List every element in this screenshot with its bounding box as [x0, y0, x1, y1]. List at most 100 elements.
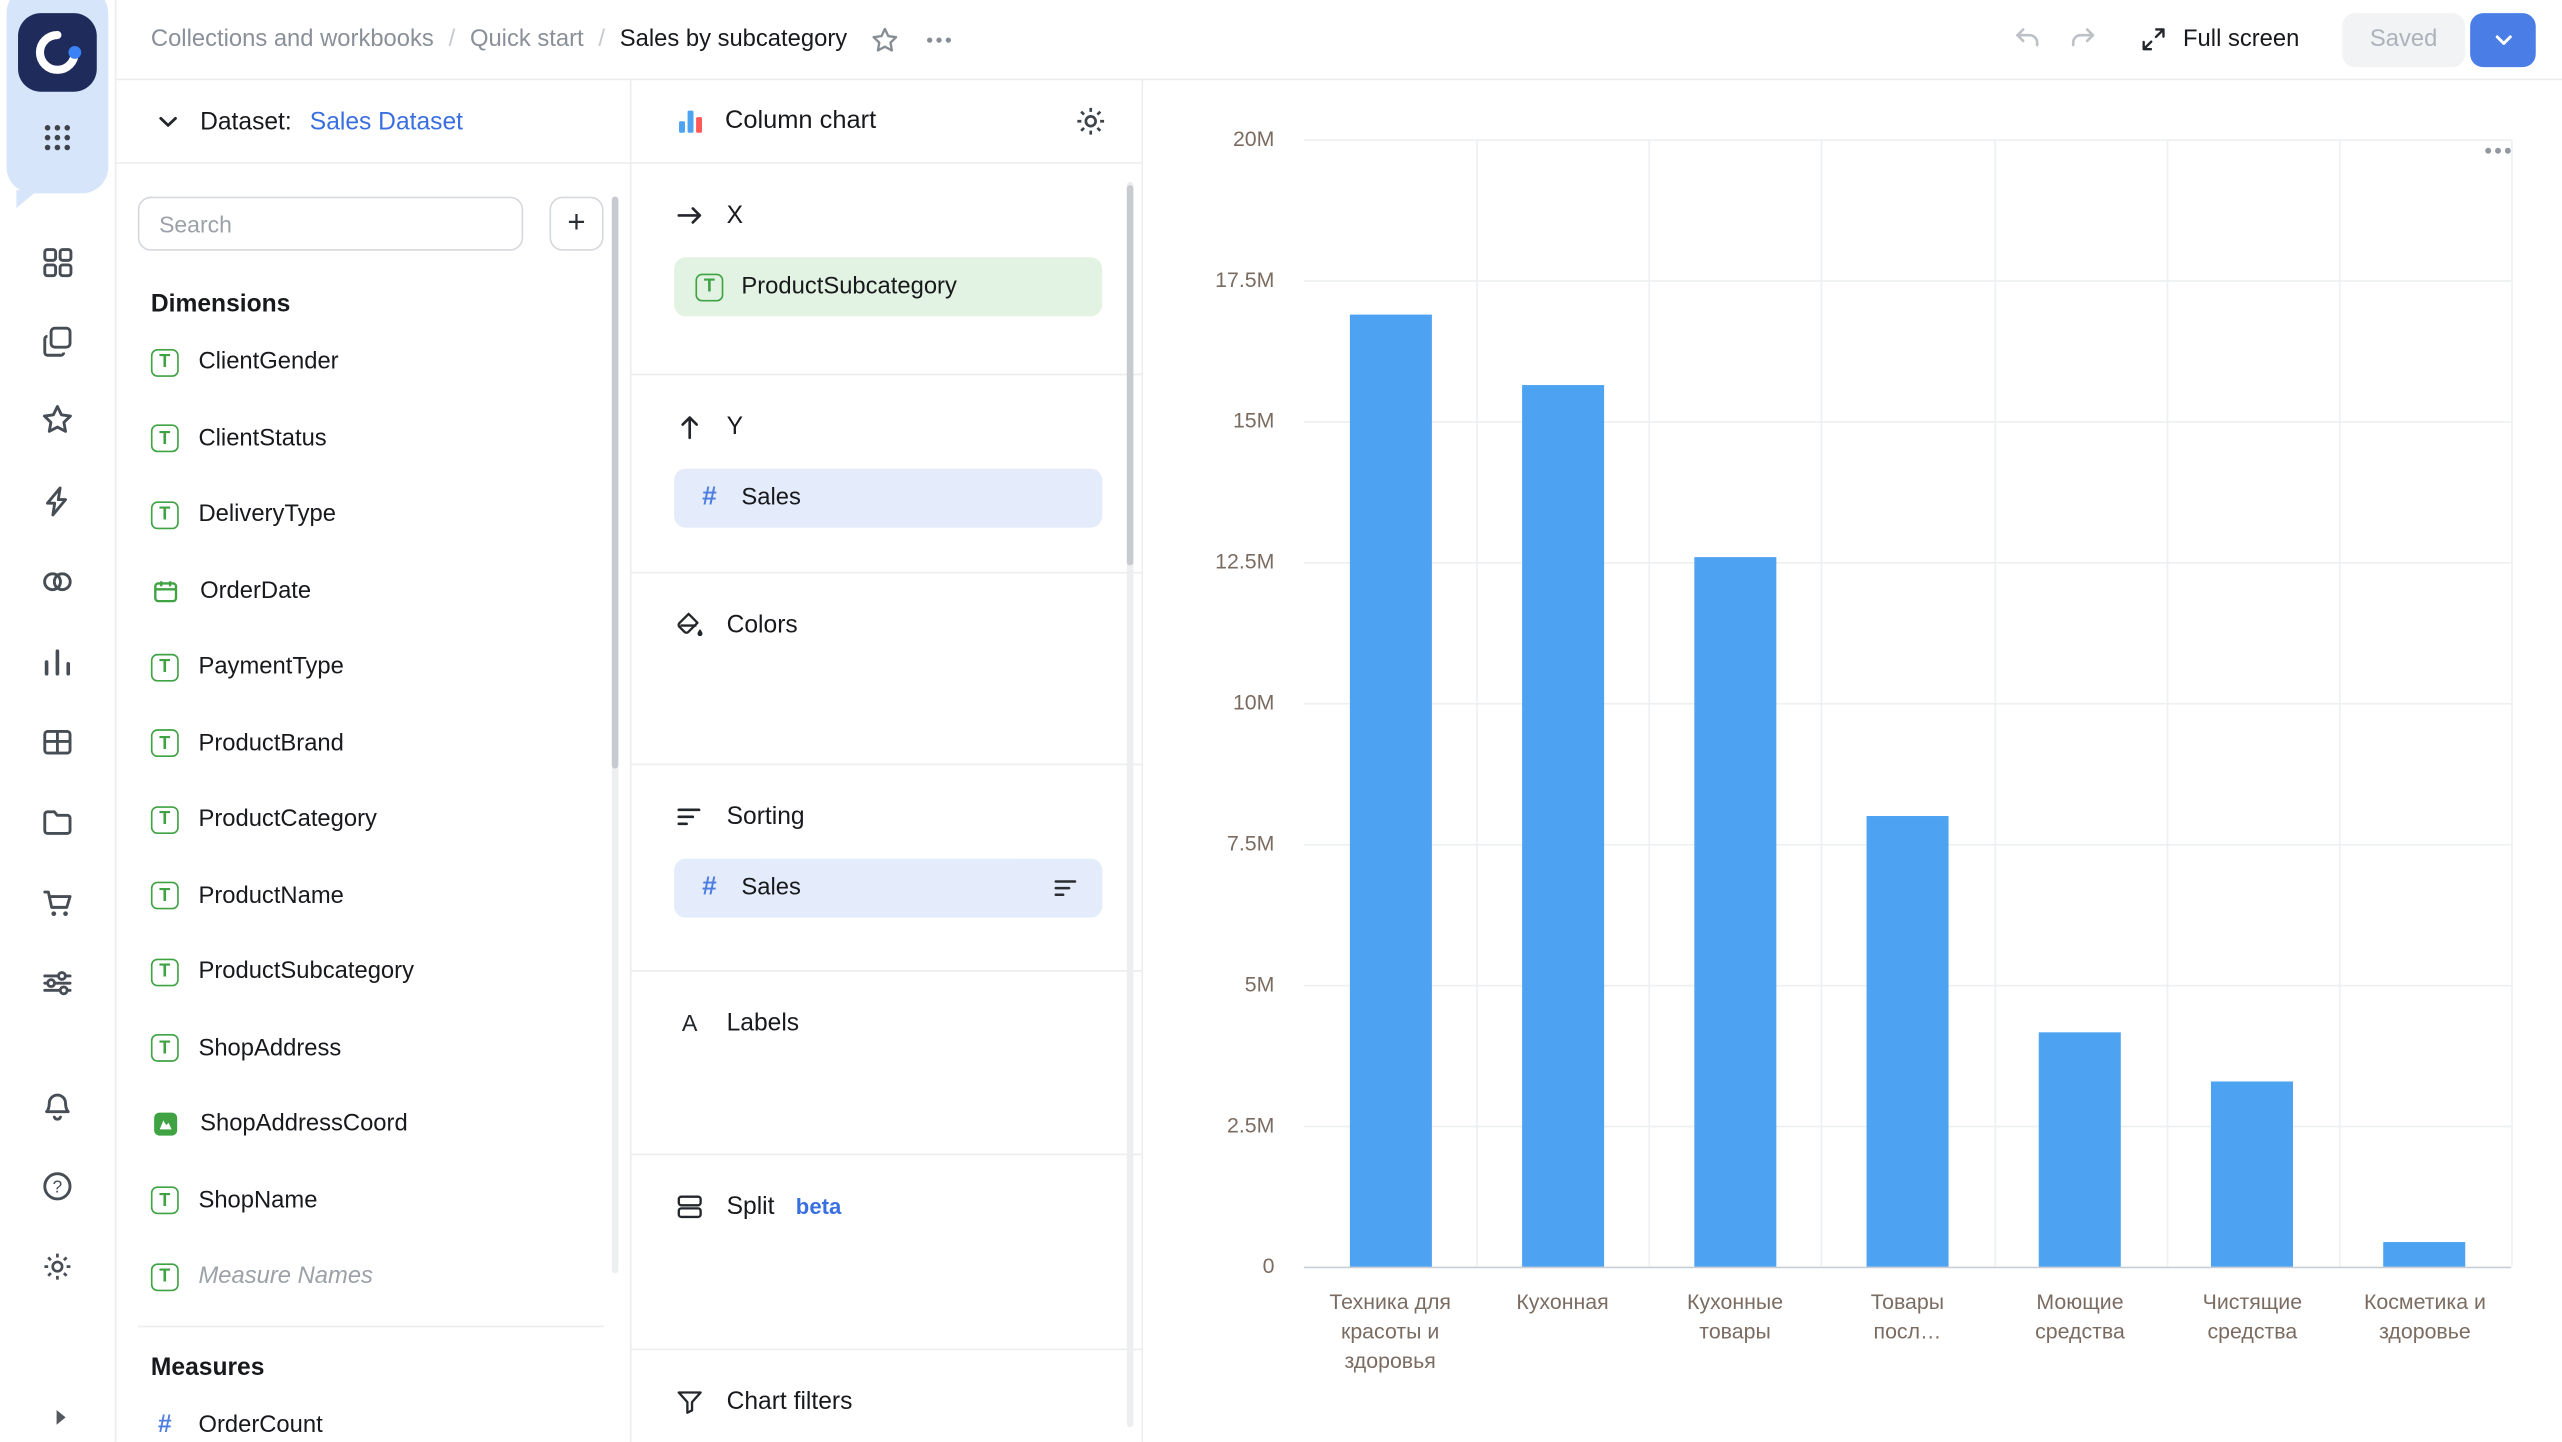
dataset-field-ordercount[interactable]: # OrderCount: [115, 1387, 630, 1442]
section-label: Split: [726, 1192, 775, 1221]
marketplace-cart-icon[interactable]: [39, 885, 75, 921]
dataset-field-deliverytype[interactable]: T DeliveryType: [115, 477, 630, 553]
bar[interactable]: [2038, 1032, 2121, 1267]
text-field-icon: T: [150, 1262, 179, 1291]
field-label: ProductSubcategory: [198, 958, 414, 986]
dataset-field-shopname[interactable]: T ShopName: [115, 1163, 630, 1239]
dataset-panel: Dataset: Sales Dataset + Dimensions T Cli…: [114, 80, 632, 1442]
field-pill-sales[interactable]: # Sales: [674, 858, 1103, 918]
pill-label: Sales: [741, 485, 801, 512]
favorite-star-icon[interactable]: [870, 24, 901, 55]
settings-sliders-icon[interactable]: [39, 965, 75, 1001]
bell-icon[interactable]: [39, 1090, 75, 1126]
dataset-field-measure-names[interactable]: T Measure Names: [115, 1239, 630, 1315]
paint-bucket-icon: [674, 610, 705, 641]
dataset-field-clientgender[interactable]: T ClientGender: [115, 324, 630, 400]
gear-icon[interactable]: [39, 1249, 75, 1285]
chevron-down-icon[interactable]: [154, 107, 182, 135]
chart-settings-gear-icon[interactable]: [1073, 103, 1109, 139]
save-dropdown-button[interactable]: [2470, 12, 2536, 67]
section-header: Sorting: [674, 765, 1102, 832]
breadcrumb-quick-start[interactable]: Quick start: [470, 26, 584, 52]
help-icon[interactable]: ?: [39, 1168, 75, 1204]
bar[interactable]: [1694, 556, 1777, 1267]
number-field-icon: #: [702, 483, 717, 512]
x-tick-label: Моющие средства: [2035, 1289, 2125, 1344]
dataset-field-productname[interactable]: T ProductName: [115, 858, 630, 934]
collections-icon[interactable]: [39, 323, 75, 359]
y-tick-label: 10M: [1232, 689, 1275, 715]
chart-config-sections: X T ProductSubcategory Y # Sales Colors Sorting…: [631, 164, 1142, 1442]
chart-type-label[interactable]: Column chart: [725, 107, 876, 136]
chart-preview: 0 2.5M 5M 7.5M 10M 12.5M 15M 17.5M 20M Техника дл…: [1143, 80, 2562, 1442]
dataset-name-link[interactable]: Sales Dataset: [310, 107, 463, 135]
chevron-down-icon: [2491, 27, 2516, 52]
search-input[interactable]: [137, 196, 524, 251]
logo-swirl-icon: [35, 30, 82, 74]
functions-icon[interactable]: [39, 483, 75, 519]
field-pill-productsubcategory[interactable]: T ProductSubcategory: [674, 257, 1103, 317]
favorites-icon[interactable]: [39, 401, 75, 437]
field-label: ProductCategory: [198, 806, 377, 833]
dataset-field-shopaddresscoord[interactable]: ShopAddressCoord: [115, 1086, 630, 1162]
x-tick-label: Чистящие средства: [2202, 1289, 2303, 1344]
datalens-logo[interactable]: [18, 13, 97, 92]
datasets-table-icon[interactable]: [39, 724, 75, 760]
field-label: Measure Names: [198, 1263, 373, 1290]
dimensions-title: Dimensions: [150, 290, 291, 318]
number-field-icon: #: [702, 873, 717, 902]
breadcrumb: Collections and workbooks / Quick start …: [151, 26, 847, 52]
pill-label: Sales: [741, 875, 801, 902]
x-tick-label: Кухонная: [1516, 1289, 1609, 1315]
dataset-field-shopaddress[interactable]: T ShopAddress: [115, 1010, 630, 1086]
dataset-field-paymenttype[interactable]: T PaymentType: [115, 629, 630, 705]
apps-grid-icon[interactable]: [39, 120, 75, 156]
field-search-row: +: [137, 196, 604, 251]
add-field-button[interactable]: +: [549, 196, 604, 251]
y-tick-label: 20M: [1232, 126, 1275, 151]
full-screen-icon: [2139, 25, 2169, 54]
dataset-field-productsubcategory[interactable]: T ProductSubcategory: [115, 934, 630, 1010]
expand-panel-icon[interactable]: [49, 1406, 72, 1429]
dataset-field-productbrand[interactable]: T ProductBrand: [115, 705, 630, 781]
full-screen-button[interactable]: Full screen: [2139, 25, 2299, 54]
sort-order-icon[interactable]: [1051, 873, 1081, 902]
chart-type-header: Column chart: [631, 80, 1142, 164]
column-chart-icon[interactable]: [674, 105, 707, 138]
config-scrollbar-thumb[interactable]: [1126, 185, 1134, 566]
section-header: Split beta: [674, 1155, 1102, 1222]
y-tick-label: 7.5M: [1227, 830, 1275, 856]
dashboards-icon[interactable]: [39, 244, 75, 280]
field-label: OrderCount: [198, 1412, 323, 1439]
services-circles-icon[interactable]: [39, 564, 75, 600]
bar[interactable]: [1521, 384, 1604, 1267]
field-pill-sales[interactable]: # Sales: [674, 468, 1103, 528]
pill-label: ProductSubcategory: [741, 273, 957, 300]
dataset-field-orderdate[interactable]: OrderDate: [115, 553, 630, 629]
charts-icon[interactable]: [39, 644, 75, 680]
bar[interactable]: [2383, 1241, 2466, 1267]
chart-menu-button[interactable]: [2480, 133, 2516, 169]
gridline-v: [1648, 139, 1651, 1267]
bar[interactable]: [2211, 1080, 2294, 1267]
dataset-field-productcategory[interactable]: T ProductCategory: [115, 782, 630, 858]
undo-icon[interactable]: [2011, 23, 2044, 56]
connections-folder-icon[interactable]: [39, 805, 75, 841]
gridline-h: [1303, 139, 2512, 141]
redo-icon[interactable]: [2067, 23, 2100, 56]
section-header: A Labels: [674, 972, 1102, 1039]
breadcrumb-collections[interactable]: Collections and workbooks: [151, 26, 434, 52]
section-label: Chart filters: [726, 1387, 853, 1416]
dataset-scrollbar-thumb[interactable]: [611, 196, 619, 769]
more-actions-icon[interactable]: [924, 24, 955, 55]
field-label: DeliveryType: [198, 501, 336, 529]
dataset-field-clientstatus[interactable]: T ClientStatus: [115, 401, 630, 477]
text-field-icon: T: [150, 881, 179, 910]
saved-button[interactable]: Saved: [2342, 12, 2466, 67]
label-a-icon: A: [674, 1008, 705, 1039]
field-label: ShopName: [198, 1187, 318, 1214]
bar[interactable]: [1866, 815, 1949, 1267]
field-label: PaymentType: [198, 654, 344, 681]
text-field-icon: T: [695, 272, 724, 301]
bar[interactable]: [1349, 313, 1432, 1267]
